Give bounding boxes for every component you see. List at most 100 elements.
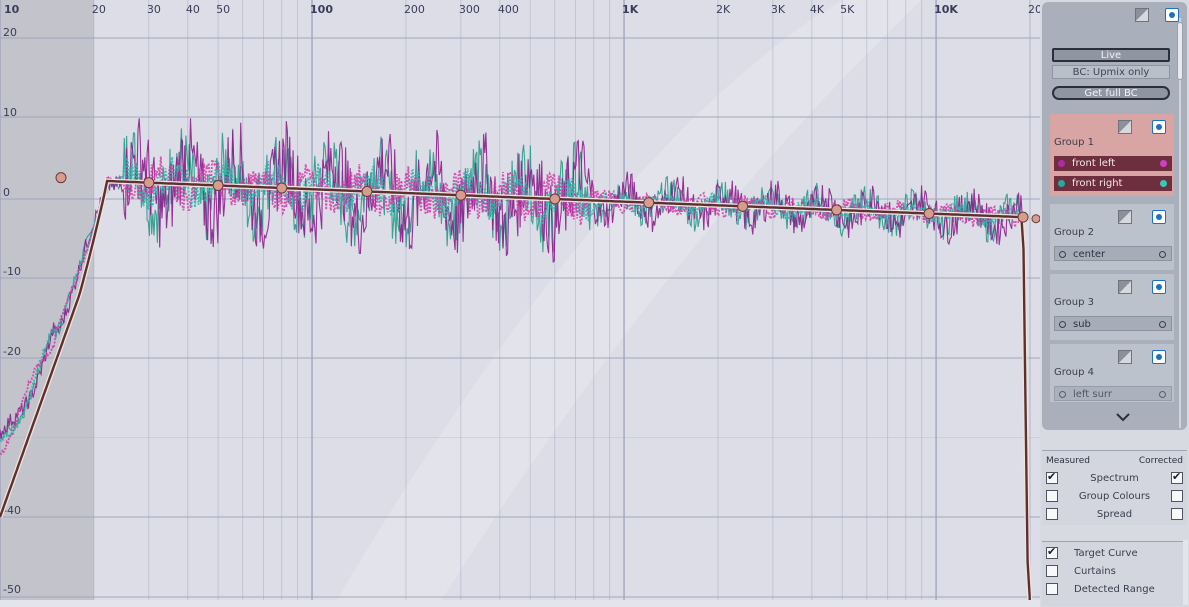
side-panel: Live BC: Upmix only Get full BC Group 1 …: [1040, 0, 1189, 607]
spectrum-row: Spectrum: [1042, 470, 1187, 487]
group-1-label: Group 1: [1054, 137, 1094, 148]
freq-tick-label: 200: [404, 3, 425, 16]
plot-background: [0, 0, 1040, 600]
freq-tick-label: 2K: [716, 3, 731, 16]
spectrum-corrected-checkbox[interactable]: [1171, 470, 1183, 484]
group-2-label: Group 2: [1054, 227, 1094, 238]
spread-label: Spread: [1096, 509, 1133, 520]
live-button[interactable]: Live: [1052, 48, 1170, 62]
db-tick-label: 10: [3, 106, 17, 119]
target-node: [737, 200, 749, 212]
channel-left-surr-label: left surr: [1073, 389, 1112, 400]
freq-tick-label: 100: [310, 3, 333, 16]
freq-tick-label: 20K: [1028, 3, 1040, 16]
channel-front-right[interactable]: front right: [1054, 176, 1172, 191]
freq-tick-label: 400: [498, 3, 519, 16]
visibility-toggle-icon[interactable]: [1152, 280, 1166, 294]
front-right-corrected-dot: [1160, 180, 1167, 187]
target-node: [212, 179, 224, 191]
left-surr-color-dot: [1059, 391, 1066, 398]
db-tick-label: 20: [3, 26, 17, 39]
curtains-label: Curtains: [1074, 566, 1116, 577]
freq-tick-label: 30: [147, 3, 161, 16]
split-view-icon[interactable]: [1118, 210, 1132, 224]
bc-upmix-only-button[interactable]: BC: Upmix only: [1052, 65, 1170, 79]
spread-measured-checkbox[interactable]: [1046, 508, 1058, 520]
channel-left-surr[interactable]: left surr: [1054, 386, 1172, 401]
front-right-color-dot: [1058, 180, 1065, 187]
curtains-checkbox[interactable]: [1046, 565, 1058, 577]
db-tick-label: -10: [3, 265, 21, 278]
split-view-icon[interactable]: [1135, 8, 1149, 22]
freq-tick-label: 5K: [840, 3, 855, 16]
spread-corrected-checkbox[interactable]: [1171, 508, 1183, 520]
visibility-toggle-icon[interactable]: [1152, 120, 1166, 134]
sub-corrected-dot: [1159, 321, 1166, 328]
target-curve-checkbox[interactable]: [1046, 545, 1058, 559]
freq-tick-label: 40: [186, 3, 200, 16]
db-tick-label: 0: [3, 186, 10, 199]
target-node: [55, 172, 67, 184]
sub-color-dot: [1059, 321, 1066, 328]
channel-center-label: center: [1073, 249, 1106, 260]
detected-range-checkbox[interactable]: [1046, 583, 1058, 595]
target-node: [276, 182, 288, 194]
channel-front-left-label: front left: [1072, 158, 1116, 169]
center-color-dot: [1059, 251, 1066, 258]
groups-panel: Live BC: Upmix only Get full BC Group 1 …: [1042, 2, 1187, 430]
top-icon-strip: [1125, 4, 1181, 26]
channel-front-left[interactable]: front left: [1054, 156, 1172, 171]
display-options: Measured Corrected Spectrum Group Colour…: [1042, 450, 1187, 525]
target-node: [143, 177, 155, 189]
group-colours-corrected-checkbox[interactable]: [1171, 490, 1183, 502]
chevron-down-icon[interactable]: [1116, 412, 1130, 422]
channel-sub[interactable]: sub: [1054, 316, 1172, 331]
spectrum-measured-checkbox[interactable]: [1046, 470, 1058, 484]
target-curve-label: Target Curve: [1074, 548, 1138, 559]
freq-tick-label: 20: [92, 3, 106, 16]
group-2-card[interactable]: Group 2 center: [1050, 204, 1174, 270]
split-view-icon[interactable]: [1118, 280, 1132, 294]
get-full-bc-button[interactable]: Get full BC: [1052, 86, 1170, 100]
spectrum-label: Spectrum: [1090, 473, 1139, 484]
channel-sub-label: sub: [1073, 319, 1091, 330]
group-3-card[interactable]: Group 3 sub: [1050, 274, 1174, 340]
target-node: [455, 189, 467, 201]
group-4-card[interactable]: Group 4 left surr: [1050, 344, 1174, 402]
target-node: [1031, 214, 1040, 224]
detected-range-row: Detected Range: [1042, 582, 1187, 598]
center-corrected-dot: [1159, 251, 1166, 258]
groups-scrollbar[interactable]: [1177, 18, 1183, 428]
curtains-row: Curtains: [1042, 564, 1187, 580]
options-scrollbar[interactable]: [1183, 540, 1188, 605]
freq-tick-label: 3K: [771, 3, 786, 16]
detected-range-label: Detected Range: [1074, 584, 1155, 595]
freq-tick-label: 4K: [810, 3, 825, 16]
plot-svg[interactable]: 10203040501002003004001K2K3K4K5K10K20K20…: [0, 0, 1040, 600]
db-tick-label: -20: [3, 345, 21, 358]
freq-tick-label: 10: [4, 3, 20, 16]
overlay-options: Target Curve Curtains Detected Range: [1042, 541, 1187, 606]
group-colours-measured-checkbox[interactable]: [1046, 490, 1058, 502]
measured-header: Measured: [1046, 456, 1090, 466]
frequency-response-plot[interactable]: 10203040501002003004001K2K3K4K5K10K20K20…: [0, 0, 1040, 600]
target-node: [643, 197, 655, 209]
split-view-icon[interactable]: [1118, 350, 1132, 364]
group-4-label: Group 4: [1054, 367, 1094, 378]
visibility-toggle-icon[interactable]: [1152, 350, 1166, 364]
corrected-header: Corrected: [1138, 456, 1183, 466]
channel-center[interactable]: center: [1054, 246, 1172, 261]
spread-row: Spread: [1042, 507, 1187, 523]
target-curve-row: Target Curve: [1042, 545, 1187, 562]
front-left-color-dot: [1058, 160, 1065, 167]
target-node: [831, 204, 843, 216]
scrollbar-thumb[interactable]: [1177, 22, 1183, 80]
group-3-label: Group 3: [1054, 297, 1094, 308]
freq-tick-label: 300: [459, 3, 480, 16]
visibility-toggle-icon[interactable]: [1152, 210, 1166, 224]
group-colours-label: Group Colours: [1078, 491, 1151, 502]
target-node: [923, 208, 935, 220]
group-1-card[interactable]: Group 1 front left front right: [1050, 114, 1174, 196]
freq-tick-label: 50: [216, 3, 230, 16]
split-view-icon[interactable]: [1118, 120, 1132, 134]
